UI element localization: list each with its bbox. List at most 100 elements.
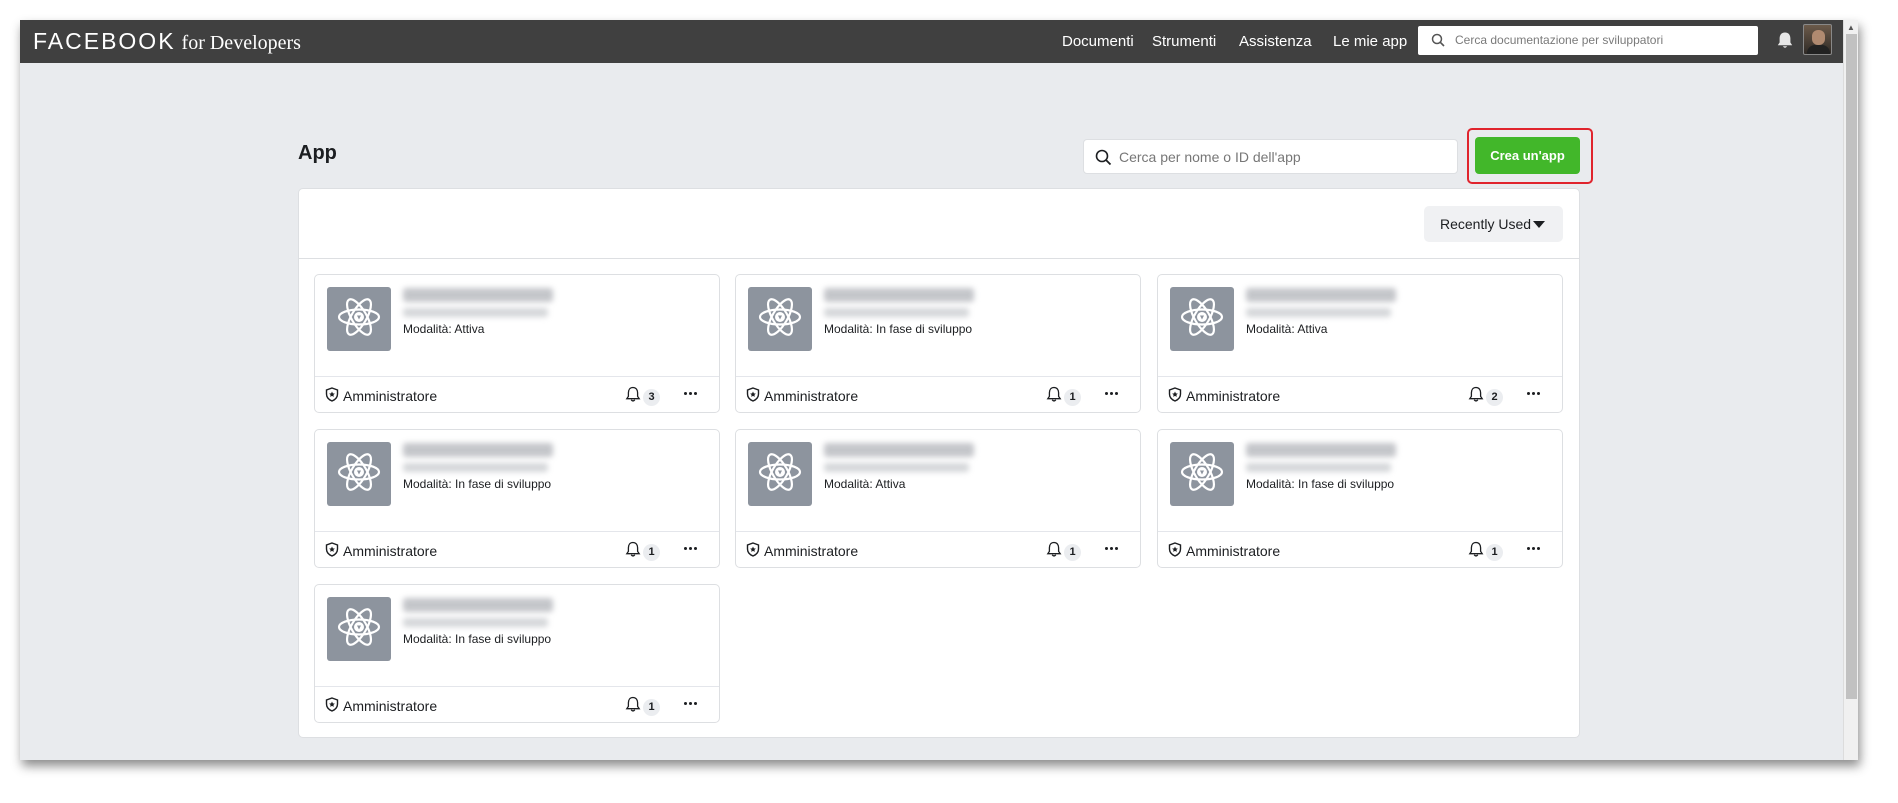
app-mode: Modalità: In fase di sviluppo xyxy=(824,322,973,336)
sort-dropdown[interactable]: Recently Used xyxy=(1424,206,1563,242)
role-label: Amministratore xyxy=(343,388,438,404)
card-divider xyxy=(1158,376,1562,377)
app-card[interactable]: Modalità: In fase di sviluppo Amministrat… xyxy=(735,274,1141,413)
role-label: Amministratore xyxy=(343,698,438,714)
app-role: Amministratore xyxy=(746,387,858,405)
more-options-button[interactable] xyxy=(1521,383,1545,403)
notifications-button[interactable]: 1 xyxy=(625,696,660,718)
app-role: Amministratore xyxy=(325,542,437,560)
atom-icon xyxy=(1179,449,1225,500)
scroll-up-icon[interactable]: ▲ xyxy=(1847,23,1855,32)
more-options-button[interactable] xyxy=(678,383,702,403)
role-label: Amministratore xyxy=(1186,543,1281,559)
role-label: Amministratore xyxy=(343,543,438,559)
atom-icon xyxy=(1179,294,1225,345)
bell-icon xyxy=(1046,541,1062,563)
app-card[interactable]: Modalità: Attiva Amministratore 3 xyxy=(314,274,720,413)
top-navigation-bar: FACEBOOK for Developers Documenti Strumen… xyxy=(20,20,1843,63)
bell-icon xyxy=(1468,541,1484,563)
app-card[interactable]: Modalità: Attiva Amministratore 2 xyxy=(1157,274,1563,413)
app-thumbnail[interactable] xyxy=(1170,442,1234,506)
app-name-redacted xyxy=(403,288,553,302)
app-name-redacted xyxy=(1246,443,1396,457)
docs-search-input[interactable] xyxy=(1455,31,1745,49)
card-divider xyxy=(315,376,719,377)
notification-count: 1 xyxy=(643,698,660,716)
facebook-developers-logo[interactable]: FACEBOOK for Developers xyxy=(33,28,301,55)
nav-le-mie-app[interactable]: Le mie app xyxy=(1333,33,1407,50)
app-mode: Modalità: In fase di sviluppo xyxy=(403,632,552,646)
notifications-button[interactable]: 1 xyxy=(1046,386,1081,408)
shield-icon xyxy=(1168,542,1186,560)
scrollbar-thumb[interactable] xyxy=(1846,34,1857,699)
notification-count: 1 xyxy=(1064,388,1081,406)
app-id-redacted xyxy=(824,463,969,472)
app-search-input[interactable] xyxy=(1119,148,1439,166)
notification-count: 3 xyxy=(643,388,660,406)
bell-icon[interactable] xyxy=(1776,31,1794,55)
bell-icon xyxy=(625,696,641,718)
app-mode: Modalità: Attiva xyxy=(403,322,485,336)
app-mode: Modalità: Attiva xyxy=(824,477,906,491)
bell-icon xyxy=(625,541,641,563)
more-options-button[interactable] xyxy=(1099,383,1123,403)
more-options-button[interactable] xyxy=(1521,538,1545,558)
app-thumbnail[interactable] xyxy=(327,597,391,661)
card-divider xyxy=(315,531,719,532)
shield-icon xyxy=(746,542,764,560)
app-name-redacted xyxy=(403,598,553,612)
more-options-button[interactable] xyxy=(678,538,702,558)
app-id-redacted xyxy=(1246,308,1391,317)
atom-icon xyxy=(336,449,382,500)
logo-sub: for Developers xyxy=(181,32,301,54)
app-name-redacted xyxy=(403,443,553,457)
more-options-button[interactable] xyxy=(678,693,702,713)
app-name-redacted xyxy=(824,443,974,457)
create-app-button[interactable]: Crea un'app xyxy=(1475,137,1580,174)
app-card[interactable]: Modalità: Attiva Amministratore 1 xyxy=(735,429,1141,568)
search-icon xyxy=(1431,33,1445,52)
atom-icon xyxy=(757,449,803,500)
avatar[interactable] xyxy=(1803,24,1832,55)
app-id-redacted xyxy=(403,463,548,472)
app-thumbnail[interactable] xyxy=(748,287,812,351)
nav-documenti[interactable]: Documenti xyxy=(1062,33,1134,50)
app-card[interactable]: Modalità: In fase di sviluppo Amministrat… xyxy=(314,584,720,723)
app-role: Amministratore xyxy=(1168,542,1280,560)
notifications-button[interactable]: 1 xyxy=(1046,541,1081,563)
app-thumbnail[interactable] xyxy=(327,287,391,351)
app-role: Amministratore xyxy=(325,697,437,715)
notifications-button[interactable]: 2 xyxy=(1468,386,1503,408)
docs-search-box[interactable] xyxy=(1418,26,1758,55)
app-search-box[interactable] xyxy=(1083,139,1458,174)
app-name-redacted xyxy=(1246,288,1396,302)
page-title: App xyxy=(298,142,337,164)
app-id-redacted xyxy=(824,308,969,317)
vertical-scrollbar[interactable]: ▲ xyxy=(1843,20,1858,760)
app-mode: Modalità: In fase di sviluppo xyxy=(1246,477,1395,491)
role-label: Amministratore xyxy=(764,543,859,559)
shield-icon xyxy=(325,387,343,405)
more-options-button[interactable] xyxy=(1099,538,1123,558)
app-thumbnail[interactable] xyxy=(1170,287,1234,351)
avatar-head xyxy=(1812,30,1825,45)
app-thumbnail[interactable] xyxy=(327,442,391,506)
notifications-button[interactable]: 3 xyxy=(625,386,660,408)
app-role: Amministratore xyxy=(1168,387,1280,405)
notification-count: 2 xyxy=(1486,388,1503,406)
card-divider xyxy=(736,376,1140,377)
notifications-button[interactable]: 1 xyxy=(1468,541,1503,563)
nav-assistenza[interactable]: Assistenza xyxy=(1239,33,1312,50)
shield-icon xyxy=(746,387,764,405)
role-label: Amministratore xyxy=(1186,388,1281,404)
nav-strumenti[interactable]: Strumenti xyxy=(1152,33,1216,50)
bell-icon xyxy=(625,386,641,408)
app-name-redacted xyxy=(824,288,974,302)
app-card[interactable]: Modalità: In fase di sviluppo Amministrat… xyxy=(1157,429,1563,568)
caret-down-icon xyxy=(1533,221,1545,228)
app-thumbnail[interactable] xyxy=(748,442,812,506)
bell-icon xyxy=(1046,386,1062,408)
apps-panel-header: Recently Used xyxy=(299,189,1579,259)
notifications-button[interactable]: 1 xyxy=(625,541,660,563)
app-card[interactable]: Modalità: In fase di sviluppo Amministrat… xyxy=(314,429,720,568)
